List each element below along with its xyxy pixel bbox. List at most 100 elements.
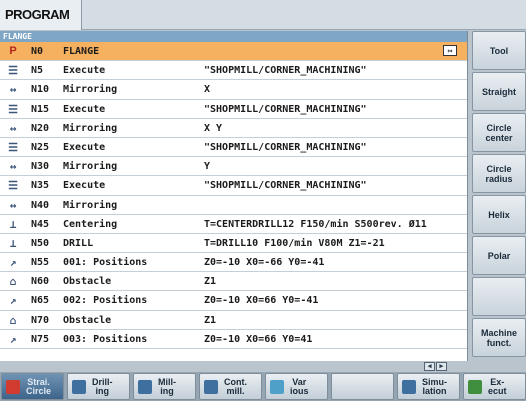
program-row[interactable]: ⊥ N45 Centering T=CENTERDRILL12 F150/min S5… xyxy=(0,215,467,234)
softkey-bottom-1[interactable]: Strai. Circle xyxy=(1,373,64,400)
softkey-right-2[interactable]: Straight xyxy=(472,72,526,111)
block-name: Obstacle xyxy=(63,276,112,288)
softkey-right-6[interactable]: Polar xyxy=(472,236,526,275)
header-title: PROGRAM xyxy=(5,7,70,22)
program-title: FLANGE xyxy=(0,31,467,42)
subroutine-icon: ☰ xyxy=(8,140,18,154)
block-name: Execute xyxy=(63,65,106,77)
block-name: 003: Positions xyxy=(63,333,148,345)
block-number: N75 xyxy=(31,333,50,345)
subroutine-icon: ☰ xyxy=(8,64,18,78)
positions-icon: ↗ xyxy=(9,256,17,270)
program-row[interactable]: ↔ N40 Mirroring xyxy=(0,196,467,215)
scroll-left-icon[interactable]: ◀ xyxy=(424,362,435,371)
block-params: T=CENTERDRILL12 F150/min S500rev. Ø11 xyxy=(204,218,427,230)
block-number: N10 xyxy=(31,84,50,96)
block-number: N35 xyxy=(31,180,50,192)
softkey-bottom-7[interactable]: Simu- lation xyxy=(397,373,460,400)
obstacle-icon: ⌂ xyxy=(9,275,17,289)
program-row[interactable]: ↔ N30 Mirroring Y xyxy=(0,157,467,177)
softkey-bottom-2[interactable]: Drill- ing xyxy=(67,373,130,400)
block-params: Z1 xyxy=(204,276,217,288)
scroll-hint[interactable]: ◀ ▶ xyxy=(424,362,454,371)
program-header-icon: P xyxy=(9,45,17,57)
block-number: N70 xyxy=(31,314,50,326)
softkey-label: Mill- ing xyxy=(158,377,176,396)
drill-icon: ⊥ xyxy=(9,236,17,250)
softkey-right-4[interactable]: Circle radius xyxy=(472,154,526,193)
program-row[interactable]: ↗ N65 002: Positions Z0=-10 X0=66 Y0=-41 xyxy=(0,291,467,311)
block-params: "SHOPMILL/CORNER_MACHINING" xyxy=(204,65,367,77)
softkey-bottom-4[interactable]: Cont. mill. xyxy=(199,373,262,400)
block-params: Y xyxy=(204,161,211,173)
softkey-icon xyxy=(204,380,218,394)
softkey-label: Strai. Circle xyxy=(26,377,52,396)
program-row[interactable]: ☰ N25 Execute "SHOPMILL/CORNER_MACHINING" xyxy=(0,138,467,158)
block-number: N15 xyxy=(31,103,50,115)
softkey-right-3[interactable]: Circle center xyxy=(472,113,526,152)
block-params: "SHOPMILL/CORNER_MACHINING" xyxy=(204,180,367,192)
obstacle-icon: ⌂ xyxy=(9,313,17,327)
positions-icon: ↗ xyxy=(9,332,17,346)
block-number: N65 xyxy=(31,295,50,307)
softkey-right-7[interactable] xyxy=(472,277,526,316)
block-params: Z1 xyxy=(204,314,217,326)
softkey-bottom-3[interactable]: Mill- ing xyxy=(133,373,196,400)
softkey-label: Simu- lation xyxy=(422,377,448,396)
program-row[interactable]: ⌂ N60 Obstacle Z1 xyxy=(0,272,467,292)
softkey-label: Var ious xyxy=(290,377,309,396)
block-number: N50 xyxy=(31,237,50,249)
softkey-right-5[interactable]: Helix xyxy=(472,195,526,234)
program-row[interactable]: ⌂ N70 Obstacle Z1 xyxy=(0,311,467,330)
centering-icon: ⊥ xyxy=(9,217,17,231)
scroll-right-icon[interactable]: ▶ xyxy=(436,362,447,371)
block-number: N40 xyxy=(31,199,50,211)
block-name: Execute xyxy=(63,180,106,192)
block-name: Centering xyxy=(63,218,118,230)
program-row[interactable]: ↗ N55 001: Positions Z0=-10 X0=-66 Y0=-41 xyxy=(0,253,467,273)
positions-icon: ↗ xyxy=(9,294,17,308)
block-name: Mirroring xyxy=(63,84,118,96)
block-params: "SHOPMILL/CORNER_MACHINING" xyxy=(204,141,367,153)
program-row[interactable]: ↗ N75 003: Positions Z0=-10 X0=66 Y0=41 xyxy=(0,330,467,349)
softkey-bottom-8[interactable]: Ex- ecut xyxy=(463,373,526,400)
program-row[interactable]: ↔ N10 Mirroring X xyxy=(0,80,467,100)
block-params: "SHOPMILL/CORNER_MACHINING" xyxy=(204,103,367,115)
softkey-right-8[interactable]: Machine funct. xyxy=(472,318,526,357)
program-row[interactable]: ☰ N15 Execute "SHOPMILL/CORNER_MACHINING" xyxy=(0,100,467,119)
softkey-icon xyxy=(402,380,416,394)
block-name: Obstacle xyxy=(63,314,112,326)
block-params: X xyxy=(204,84,211,96)
program-row[interactable]: ☰ N5 Execute "SHOPMILL/CORNER_MACHINING" xyxy=(0,61,467,81)
block-params: T=DRILL10 F100/min V80M Z1=-21 xyxy=(204,237,385,249)
subroutine-icon: ☰ xyxy=(8,179,18,193)
softkey-icon xyxy=(270,380,284,394)
block-number: N55 xyxy=(31,257,50,269)
block-name: DRILL xyxy=(63,237,94,249)
block-params: Z0=-10 X0=-66 Y0=-41 xyxy=(204,257,325,269)
softkey-label: Cont. mill. xyxy=(224,377,247,396)
block-params: X Y xyxy=(204,122,223,134)
block-name: 002: Positions xyxy=(63,295,148,307)
mirror-icon: ↔ xyxy=(9,198,17,212)
program-tab[interactable]: PROGRAM xyxy=(0,0,82,30)
program-row[interactable]: P N0 FLANGE ↦ xyxy=(0,42,467,62)
softkey-bottom-5[interactable]: Var ious xyxy=(265,373,328,400)
softkey-icon xyxy=(468,380,482,394)
softkey-right-1[interactable]: Tool xyxy=(472,31,526,70)
block-name: FLANGE xyxy=(63,46,100,57)
block-name: Execute xyxy=(63,103,106,115)
softkey-label: Drill- ing xyxy=(92,377,113,396)
program-row[interactable]: ☰ N35 Execute "SHOPMILL/CORNER_MACHINING" xyxy=(0,176,467,196)
program-row[interactable]: ⊥ N50 DRILL T=DRILL10 F100/min V80M Z1=-21 xyxy=(0,234,467,254)
softkey-icon xyxy=(72,380,86,394)
end-marker-icon: ↦ xyxy=(443,45,457,56)
program-rows: P N0 FLANGE ↦ ☰ N5 Execute "SHOPMILL/CORNER_MAC… xyxy=(0,42,467,349)
block-name: Mirroring xyxy=(63,161,118,173)
block-params: Z0=-10 X0=66 Y0=41 xyxy=(204,333,313,345)
softkey-bottom-6[interactable] xyxy=(331,373,394,400)
mirror-icon: ↔ xyxy=(9,121,17,135)
softkey-icon xyxy=(138,380,152,394)
mirror-icon: ↔ xyxy=(9,160,17,174)
program-row[interactable]: ↔ N20 Mirroring X Y xyxy=(0,119,467,138)
